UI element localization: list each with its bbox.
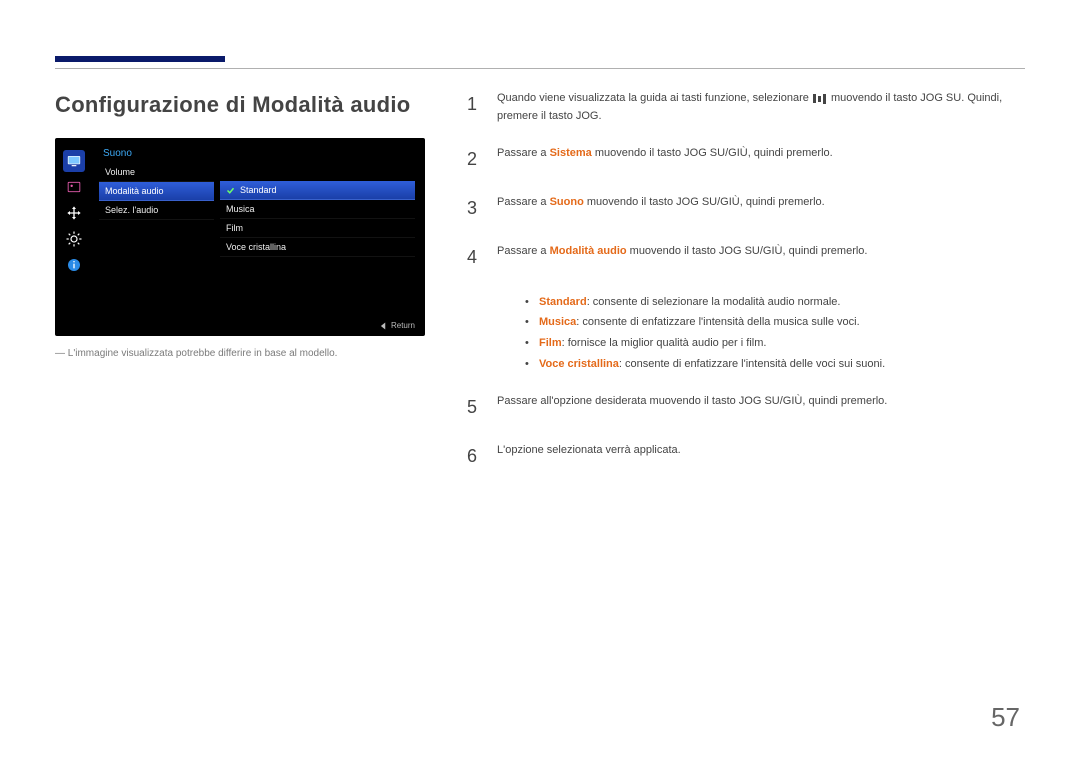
bullet-desc: : consente di selezionare la modalità au… [587, 296, 841, 308]
bullet-term: Film [539, 337, 562, 349]
bullet-term: Musica [539, 316, 576, 328]
step-text: Passare a [497, 245, 550, 257]
screenshot-footnote: L'immagine visualizzata potrebbe differi… [55, 348, 425, 359]
step-link: Suono [550, 196, 584, 208]
osd-right-item: Voce cristallina [220, 238, 415, 257]
menu-bars-icon [812, 93, 828, 105]
osd-menu-title: Suono [99, 146, 415, 159]
header-accent-bar [55, 56, 225, 62]
step-link: Sistema [550, 147, 592, 159]
bullet-item: Voce cristallina: consente di enfatizzar… [525, 354, 1025, 375]
osd-right-item: Film [220, 219, 415, 238]
step-text: muovendo il tasto JOG SU/GIÙ, quindi pre… [630, 245, 868, 257]
step-text: Passare a [497, 196, 550, 208]
bullet-desc: : consente di enfatizzare l'intensità de… [619, 358, 885, 370]
step-body: Passare a Sistema muovendo il tasto JOG … [497, 145, 1025, 174]
step-body: Passare a Suono muovendo il tasto JOG SU… [497, 194, 1025, 223]
step-body: Passare a Modalità audio muovendo il tas… [497, 243, 1025, 272]
header-rule [55, 68, 1025, 69]
check-icon [226, 186, 234, 194]
bullet-term: Voce cristallina [539, 358, 619, 370]
image-icon [63, 176, 85, 198]
bullet-item: Musica: consente di enfatizzare l'intens… [525, 312, 1025, 333]
info-icon [63, 254, 85, 276]
step-1: 1 Quando viene visualizzata la guida ai … [465, 90, 1025, 125]
step-number: 3 [465, 194, 479, 223]
step-number: 4 [465, 243, 479, 272]
return-label: Return [391, 321, 415, 330]
step-number: 6 [465, 442, 479, 471]
step-6: 6 L'opzione selezionata verrà applicata. [465, 442, 1025, 471]
step-text: muovendo il tasto JOG SU/GIÙ, quindi pre… [587, 196, 825, 208]
osd-right-column: Standard Musica Film Voce cristallina [220, 163, 415, 257]
osd-nav-icons [63, 150, 93, 276]
step-number: 5 [465, 393, 479, 422]
step-number: 1 [465, 90, 479, 125]
page-number: 57 [991, 702, 1020, 733]
step-body: Quando viene visualizzata la guida ai ta… [497, 90, 1025, 125]
osd-left-column: Volume Modalità audio Selez. l'audio [99, 163, 214, 257]
option-bullets: Standard: consente di selezionare la mod… [525, 292, 1025, 376]
osd-screenshot: Suono Volume Modalità audio Selez. l'aud… [55, 138, 425, 336]
bullet-item: Film: fornisce la miglior qualità audio … [525, 333, 1025, 354]
step-3: 3 Passare a Suono muovendo il tasto JOG … [465, 194, 1025, 223]
bullet-desc: : consente di enfatizzare l'intensità de… [576, 316, 859, 328]
step-number: 2 [465, 145, 479, 174]
step-text: Quando viene visualizzata la guida ai ta… [497, 92, 812, 104]
page-heading: Configurazione di Modalità audio [55, 92, 425, 118]
gear-icon [63, 228, 85, 250]
monitor-icon [63, 150, 85, 172]
step-body: L'opzione selezionata verrà applicata. [497, 442, 1025, 471]
triangle-left-icon [380, 322, 387, 330]
osd-right-item-selected: Standard [220, 181, 415, 200]
osd-return-hint: Return [380, 321, 415, 330]
step-4: 4 Passare a Modalità audio muovendo il t… [465, 243, 1025, 272]
bullet-item: Standard: consente di selezionare la mod… [525, 292, 1025, 313]
bullet-term: Standard [539, 296, 587, 308]
osd-left-item-selected: Modalità audio [99, 182, 214, 201]
bullet-desc: : fornisce la miglior qualità audio per … [562, 337, 767, 349]
step-text: Passare a [497, 147, 550, 159]
osd-left-item: Selez. l'audio [99, 201, 214, 220]
step-text: muovendo il tasto JOG SU/GIÙ, quindi pre… [595, 147, 833, 159]
osd-right-item: Musica [220, 200, 415, 219]
osd-right-label: Standard [240, 185, 277, 195]
osd-left-item: Volume [99, 163, 214, 182]
step-2: 2 Passare a Sistema muovendo il tasto JO… [465, 145, 1025, 174]
step-link: Modalità audio [550, 245, 627, 257]
move-icon [63, 202, 85, 224]
step-body: Passare all'opzione desiderata muovendo … [497, 393, 1025, 422]
step-5: 5 Passare all'opzione desiderata muovend… [465, 393, 1025, 422]
